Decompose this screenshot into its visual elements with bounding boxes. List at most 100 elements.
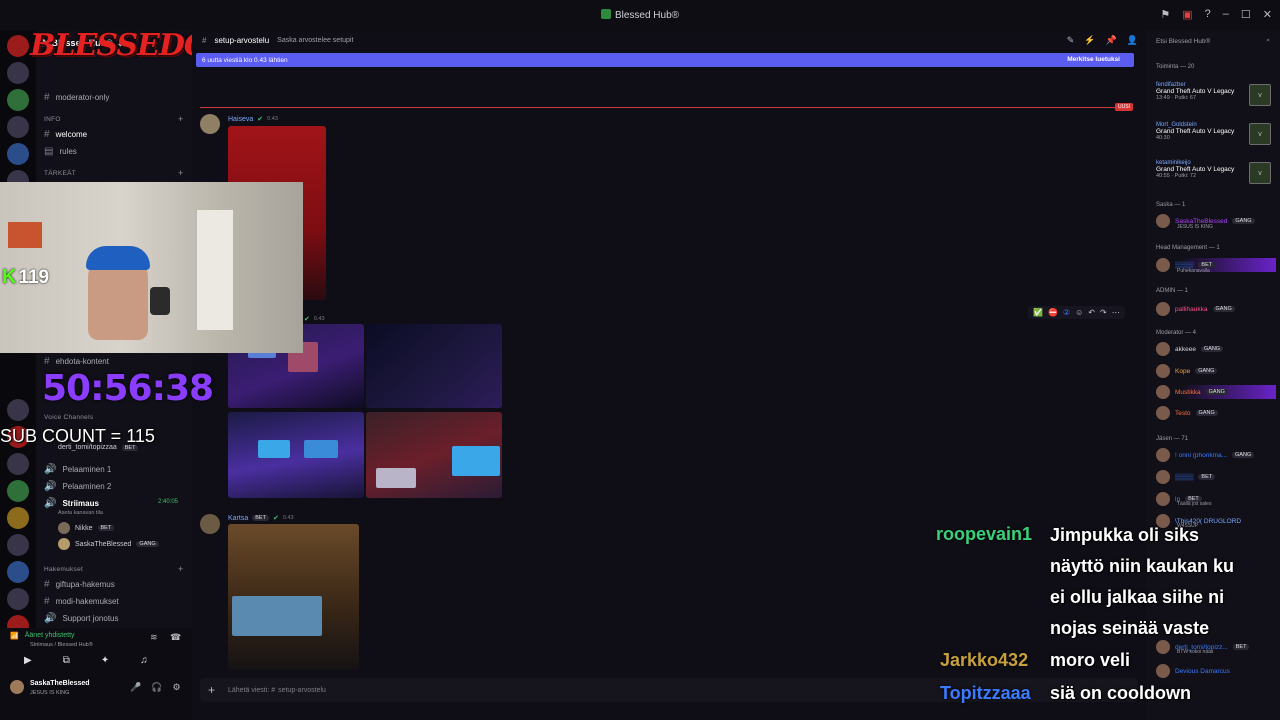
channel-welcome[interactable]: # welcome [44,127,87,141]
new-messages-bar[interactable]: 6 uutta viestiä klo 0.43 lähtien Merkits… [196,53,1134,67]
maximize-icon[interactable]: ☐ [1241,8,1251,21]
member-item[interactable]: ▒▒▒▒ BET [1156,470,1216,484]
activity-card[interactable]: Mort_Goldstein Grand Theft Auto V Legacy… [1156,122,1234,141]
member-item[interactable]: Mustikka GANG [1156,385,1276,399]
add-reaction-icon[interactable]: ☺ [1075,308,1083,317]
voice-channel-pelaaminen1[interactable]: 🔊 Pelaaminen 1 [44,462,111,476]
attachment-image[interactable] [366,324,502,408]
reaction-check-icon[interactable]: ✅ [1033,308,1043,317]
message-author[interactable]: Haiseva ✔ 0.43 [228,115,278,124]
channel-header: # setup-arvostelu Saska arvostelee setup… [192,30,1146,50]
member-item[interactable]: pallihaukka GANG [1156,302,1235,316]
member-item[interactable]: Testo GANG [1156,406,1218,420]
more-icon[interactable]: ⋯ [1112,308,1120,317]
channel-giftupa[interactable]: # giftupa-hakemus [44,577,115,591]
verified-icon: ✔ [272,515,279,522]
soundboard-icon[interactable]: ♫ [140,655,148,666]
forward-icon[interactable]: ↷ [1100,308,1107,317]
pin-icon[interactable]: 📌 [1106,35,1117,46]
disconnect-icon[interactable]: ☎ [170,632,181,643]
reply-icon[interactable]: ↶ [1088,308,1095,317]
category-tarkeat[interactable]: TÄRKEÄT [44,170,76,177]
channel-moderator-only[interactable]: # moderator-only [44,90,109,104]
server-icon[interactable] [7,116,29,138]
search-input[interactable]: Etsi Blessed Hub® ⌕ [1152,34,1274,48]
hash-icon: # [44,355,50,367]
camera-icon[interactable]: ▶ [24,655,32,666]
noise-suppression-icon[interactable]: ≋ [150,632,158,643]
activity-card[interactable]: fendifazber Grand Theft Auto V Legacy 13… [1156,82,1234,101]
new-tag: UUSI [1115,103,1133,111]
server-icon[interactable] [7,143,29,165]
threads-icon[interactable]: ✎ [1067,35,1075,46]
avatar[interactable] [200,514,220,534]
avatar [1156,258,1170,272]
minimize-icon[interactable]: – [1223,8,1229,21]
server-icon[interactable] [7,534,29,556]
channel-status[interactable]: Aseta kanavan tila [58,510,103,516]
category-info[interactable]: INFO [44,116,61,123]
voice-user[interactable]: Nikke BET [58,522,115,534]
sub-count: SUB COUNT = 115 [0,426,155,446]
server-icon[interactable] [7,399,29,421]
mute-icon[interactable]: ⚡ [1084,35,1095,46]
user-name[interactable]: SaskaTheBlessed [30,680,90,687]
help-icon[interactable]: ? [1205,8,1211,21]
server-icon[interactable] [7,588,29,610]
channel-topic[interactable]: Saska arvostelee setupit [277,37,353,44]
headphones-icon[interactable]: 🎧 [151,682,162,693]
speaker-icon: 🔊 [44,463,57,475]
add-attachment-icon[interactable]: + [208,683,215,697]
unread-divider [200,107,1122,108]
voice-channel-pelaaminen2[interactable]: 🔊 Pelaaminen 2 [44,479,111,493]
gta-game-icon: V [1249,162,1271,184]
reaction-minus-icon[interactable]: ⛔ [1048,308,1058,317]
member-item[interactable]: Kope GANG [1156,364,1218,378]
attachment-image[interactable] [228,524,359,670]
attachment-image[interactable] [366,412,502,498]
avatar[interactable] [10,680,24,694]
screen-icon[interactable]: ▣ [1182,8,1192,21]
server-icon[interactable] [7,89,29,111]
microphone-icon[interactable]: 🎤 [130,682,141,693]
members-icon[interactable]: 👤 [1127,35,1138,46]
voice-connected-status[interactable]: 📶 Äänet yhdistetty [10,632,75,640]
add-channel-icon[interactable]: + [178,114,183,124]
settings-gear-icon[interactable]: ⚙ [172,682,180,693]
server-icon[interactable] [7,480,29,502]
message-author[interactable]: ✔ 0.43 [304,315,325,323]
server-icon[interactable] [7,561,29,583]
avatar[interactable] [200,114,220,134]
category-voice[interactable]: Voice Channels [44,414,93,421]
chat-username: Jarkko432 [940,650,1029,670]
voice-user[interactable]: SaskaTheBlessed GANG [58,538,159,550]
channel-rules[interactable]: ▤ rules [44,144,77,158]
member-item[interactable]: ▒▒▒▒ BET [1156,258,1276,272]
channel-ehdota[interactable]: # ehdota-kontent [44,354,109,368]
channel-modi[interactable]: # modi-hakemukset [44,594,119,608]
activity-card[interactable]: ketaminikeijo Grand Theft Auto V Legacy … [1156,160,1234,179]
add-channel-icon[interactable]: + [178,168,183,178]
screen-share-icon[interactable]: ⧉ [63,655,70,666]
attachment-image[interactable] [228,412,364,498]
category-hakemukset[interactable]: Hakemukset [44,566,83,573]
voice-channel-striimaus[interactable]: 🔊 Striimaus [44,496,99,510]
kick-logo-icon: K [2,266,17,288]
reaction-2-icon[interactable]: ② [1063,308,1070,317]
server-icon[interactable] [7,507,29,529]
member-item[interactable]: akkeee GANG [1156,342,1224,356]
inbox-flag-icon[interactable]: ⚑ [1160,8,1170,21]
channel-support[interactable]: 🔊 Support jonotus [44,611,119,625]
member-item[interactable]: ! onni (phonkma... GANG [1156,448,1255,462]
close-icon[interactable]: ✕ [1263,8,1272,21]
subathon-timer: 50:56:38 [42,368,214,409]
kick-viewer-count: K 119 [2,266,50,288]
add-channel-icon[interactable]: + [178,564,183,574]
role-group-header: Saska — 1 [1156,202,1186,208]
avatar [1156,302,1170,316]
server-icon[interactable] [7,453,29,475]
activities-icon[interactable]: ✦ [101,655,109,666]
mark-read-button[interactable]: Merkitse luetuksi [1067,56,1120,63]
message-author[interactable]: Kartsa BET ✔ 0.43 [228,514,294,523]
user-status: JESUS IS KING [30,690,70,696]
